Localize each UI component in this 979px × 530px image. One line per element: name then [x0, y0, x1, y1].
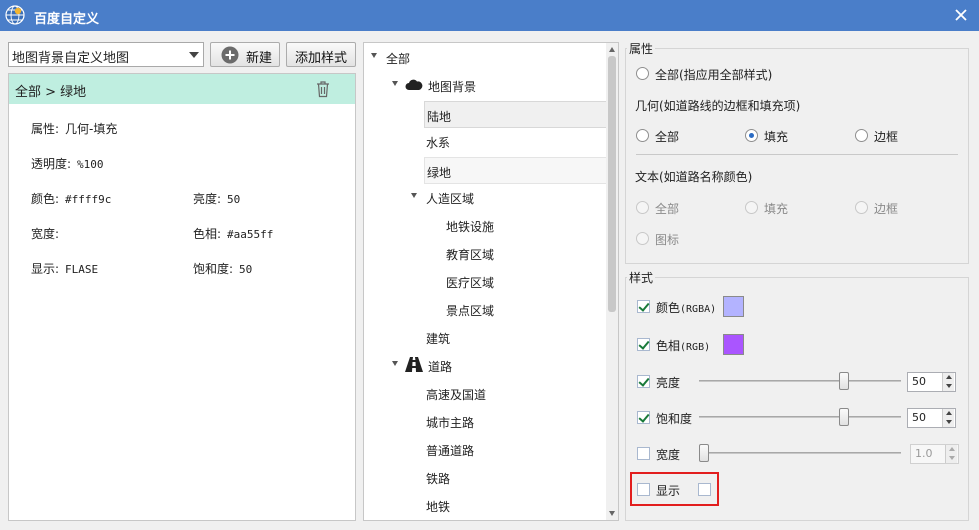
spin-up-icon[interactable] [945, 445, 957, 454]
scroll-up-icon[interactable] [609, 47, 615, 52]
prop-hue: 色相: #aa55ff [193, 227, 274, 241]
spin-down-icon[interactable] [945, 454, 957, 463]
saturation-slider-track[interactable] [699, 416, 901, 418]
spin-up-icon[interactable] [942, 373, 954, 382]
globe-icon [5, 5, 25, 25]
spin-down-icon[interactable] [942, 418, 954, 427]
window-titlebar: 百度自定义 [0, 0, 979, 31]
prop-saturation: 饱和度: 50 [193, 262, 253, 276]
tree-item-land[interactable]: 陆地 [424, 101, 607, 128]
color-checkbox[interactable] [637, 300, 650, 313]
plus-circle-icon [221, 46, 239, 64]
hue-swatch[interactable] [723, 334, 744, 355]
add-style-button[interactable]: 添加样式 [286, 42, 356, 67]
color-swatch[interactable] [723, 296, 744, 317]
tree-item-medical[interactable]: 医疗区域 [364, 269, 604, 293]
tree-item-green[interactable]: 绿地 [424, 157, 607, 184]
collapse-icon[interactable] [411, 193, 417, 198]
collapse-icon[interactable] [392, 361, 398, 366]
collapse-icon[interactable] [371, 53, 377, 58]
tree-item-subway-facility[interactable]: 地铁设施 [364, 213, 604, 237]
tree-item-map-background[interactable]: 地图背景 [364, 73, 604, 97]
style-title: 样式 [627, 269, 656, 286]
spin-down-icon[interactable] [942, 382, 954, 391]
tree-item-education[interactable]: 教育区域 [364, 241, 604, 265]
brightness-label: 亮度 [656, 376, 681, 390]
text-title: 文本(如道路名称颜色) [635, 170, 753, 184]
width-checkbox[interactable] [637, 447, 650, 460]
brightness-stepper[interactable]: 50 [907, 372, 956, 392]
brightness-checkbox[interactable] [637, 375, 650, 388]
window-title: 百度自定义 [34, 12, 100, 27]
hue-checkbox[interactable] [637, 338, 650, 351]
style-tree: 全部 地图背景 陆地 水系 绿地 人造区域 地铁设施 教育区域 医疗区域 景点区… [363, 42, 619, 521]
window-body: 地图背景自定义地图 新建 添加样式 全部 > 绿地 属性: 几何-填充 透明度:%… [0, 31, 979, 530]
tree-item-scenic[interactable]: 景点区域 [364, 297, 604, 321]
width-label: 宽度 [656, 448, 681, 462]
tree-item-all[interactable]: 全部 [364, 45, 604, 69]
saturation-checkbox[interactable] [637, 411, 650, 424]
width-slider-track[interactable] [699, 452, 901, 454]
geometry-title: 几何(如道路线的边框和填充项) [635, 99, 801, 113]
scroll-thumb[interactable] [608, 56, 616, 312]
new-button-label: 新建 [246, 51, 273, 66]
highlight-box [630, 472, 719, 506]
map-select[interactable]: 地图背景自定义地图 [8, 42, 204, 67]
prop-attr: 属性: 几何-填充 [31, 122, 118, 136]
width-slider-thumb[interactable] [699, 444, 709, 462]
breadcrumb-text: 全部 > 绿地 [15, 85, 87, 100]
tree-item-road[interactable]: 道路 [364, 353, 604, 377]
tree-scrollbar[interactable] [606, 43, 618, 520]
scroll-down-icon[interactable] [609, 511, 615, 516]
tree-item-artificial[interactable]: 人造区域 [364, 185, 604, 209]
prop-width: 宽度: [31, 227, 60, 241]
brightness-slider-thumb[interactable] [839, 372, 850, 390]
attributes-title: 属性 [627, 40, 656, 57]
cloud-icon [405, 79, 423, 90]
map-select-value: 地图背景自定义地图 [12, 51, 130, 66]
color-label: 颜色(RGBA) [656, 301, 717, 315]
new-button[interactable]: 新建 [210, 42, 280, 67]
tree-item-building[interactable]: 建筑 [364, 325, 604, 349]
width-stepper[interactable]: 1.0 [910, 444, 959, 464]
divider [636, 154, 958, 155]
prop-display: 显示: FLASE [31, 262, 99, 276]
trash-icon[interactable] [315, 80, 331, 98]
tree-item-normal-road[interactable]: 普通道路 [364, 437, 604, 461]
tree-item-highway[interactable]: 高速及国道 [364, 381, 604, 405]
tree-item-subway[interactable]: 地铁 [364, 493, 604, 517]
saturation-label: 饱和度 [656, 412, 693, 426]
tree-item-railway[interactable]: 铁路 [364, 465, 604, 489]
prop-brightness: 亮度: 50 [193, 192, 241, 206]
style-detail-panel: 全部 > 绿地 属性: 几何-填充 透明度: %100 颜色: #ffff9c 亮度:… [8, 73, 356, 521]
collapse-icon[interactable] [392, 81, 398, 86]
prop-opacity: 透明度: %100 [31, 157, 104, 171]
prop-color: 颜色: #ffff9c [31, 192, 112, 206]
breadcrumb[interactable]: 全部 > 绿地 [9, 74, 355, 104]
tree-item-water[interactable]: 水系 [364, 129, 604, 153]
road-icon [405, 357, 423, 372]
spin-up-icon[interactable] [942, 409, 954, 418]
saturation-stepper[interactable]: 50 [907, 408, 956, 428]
hue-label: 色相(RGB) [656, 339, 711, 353]
tree-item-main-road[interactable]: 城市主路 [364, 409, 604, 433]
brightness-slider-track[interactable] [699, 380, 901, 382]
chevron-down-icon [189, 52, 199, 58]
close-icon[interactable] [951, 5, 971, 25]
saturation-slider-thumb[interactable] [839, 408, 850, 426]
